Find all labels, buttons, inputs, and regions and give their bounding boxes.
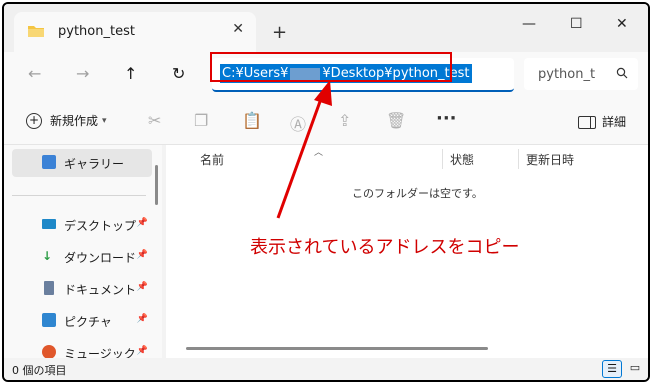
pin-icon: 📌 (136, 250, 148, 260)
details-label: 詳細 (602, 115, 627, 129)
empty-folder-message: このフォルダーは空です。 (352, 187, 483, 200)
sidebar-item-gallery[interactable]: ギャラリー (12, 149, 152, 177)
sidebar-item-label: ドキュメント (64, 283, 137, 297)
nav-scrollbar[interactable] (155, 165, 158, 205)
file-list[interactable]: ︿ 名前 状態 更新日時 このフォルダーは空です。 表示されているアドレスをコピ… (166, 145, 648, 358)
sidebar-item-label: デスクトップ (64, 219, 137, 233)
pin-icon: 📌 (136, 282, 148, 292)
sidebar-item-label: ギャラリー (64, 157, 125, 171)
horizontal-scrollbar[interactable] (186, 347, 488, 350)
sidebar-item-pictures[interactable]: ピクチャ 📌 (12, 307, 152, 335)
rename-icon[interactable]: Ⓐ (290, 111, 306, 135)
desktop-icon (42, 219, 56, 229)
details-view-icon[interactable]: ☰ (602, 360, 622, 378)
new-tab-button[interactable]: + (272, 22, 287, 43)
pin-icon: 📌 (136, 314, 148, 324)
refresh-button[interactable]: ↻ (172, 64, 185, 83)
title-bar: python_test ✕ + — ☐ ✕ (4, 4, 648, 52)
up-button[interactable]: ↑ (124, 64, 137, 83)
address-row: ← → ↑ ↻ C:¥Users¥¥Desktop¥python_test ✕ … (4, 52, 648, 98)
document-icon (44, 281, 54, 295)
sidebar-item-downloads[interactable]: ↓ ダウンロード 📌 (12, 243, 152, 271)
address-path-suffix: ¥Desktop¥python_test (322, 66, 470, 81)
picture-icon (42, 313, 56, 327)
maximize-button[interactable]: ☐ (570, 16, 583, 32)
address-bar[interactable]: C:¥Users¥¥Desktop¥python_test ✕ (212, 58, 514, 92)
minimize-button[interactable]: — (522, 16, 536, 32)
nav-divider (12, 195, 146, 196)
share-icon[interactable]: ⇪ (338, 111, 351, 130)
status-bar: 0 個の項目 ☰ ▭ (4, 358, 648, 380)
column-separator[interactable] (442, 149, 443, 169)
command-bar: + 新規作成 ▾ ✂ ❐ 📋 Ⓐ ⇪ 🗑 ··· 詳細 (4, 98, 648, 145)
back-button[interactable]: ← (28, 64, 41, 83)
folder-icon (28, 26, 44, 37)
pin-icon: 📌 (136, 346, 148, 356)
item-count: 0 個の項目 (12, 364, 67, 377)
search-icon[interactable] (616, 67, 628, 79)
column-separator[interactable] (518, 149, 519, 169)
tiles-view-icon[interactable]: ▭ (626, 360, 644, 376)
music-icon (42, 345, 56, 359)
download-icon: ↓ (42, 249, 53, 263)
new-item-label: 新規作成 (50, 114, 99, 128)
search-box[interactable]: python_t (524, 58, 638, 90)
new-item-button[interactable]: + 新規作成 ▾ (26, 112, 107, 129)
details-pane-button[interactable]: 詳細 (578, 113, 626, 130)
more-options-button[interactable]: ··· (436, 108, 457, 129)
explorer-window: python_test ✕ + — ☐ ✕ ← → ↑ ↻ C:¥Users¥ ¥… (2, 2, 650, 382)
navigation-pane: ギャラリー デスクトップ 📌 ↓ ダウンロード 📌 ドキュメント 📌 ピクチャ … (4, 145, 162, 361)
cut-icon[interactable]: ✂ (148, 111, 161, 130)
column-header-modified[interactable]: 更新日時 (526, 151, 574, 168)
copy-icon[interactable]: ❐ (194, 111, 208, 130)
sort-ascending-icon: ︿ (314, 148, 324, 158)
tab-close-icon[interactable]: ✕ (232, 21, 244, 37)
address-path-selected[interactable]: C:¥Users¥ ¥Desktop¥python_test (220, 64, 472, 83)
redacted-username (290, 67, 321, 80)
sidebar-item-label: ダウンロード (64, 251, 137, 265)
pin-icon: 📌 (136, 218, 148, 228)
plus-circle-icon: + (26, 112, 42, 129)
forward-button[interactable]: → (76, 64, 89, 83)
paste-icon[interactable]: 📋 (242, 111, 262, 130)
sidebar-item-desktop[interactable]: デスクトップ 📌 (12, 211, 152, 239)
column-header-status[interactable]: 状態 (450, 151, 474, 168)
details-pane-icon (578, 116, 596, 129)
gallery-icon (42, 155, 56, 169)
column-header-name[interactable]: 名前 (200, 151, 224, 168)
sidebar-item-label: ピクチャ (64, 315, 112, 329)
tab-python-test[interactable]: python_test ✕ (14, 12, 256, 52)
search-input[interactable]: python_t (538, 67, 595, 82)
tab-title: python_test (58, 24, 135, 39)
chevron-down-icon: ▾ (102, 115, 107, 126)
delete-icon[interactable]: 🗑 (386, 111, 406, 130)
sidebar-item-documents[interactable]: ドキュメント 📌 (12, 275, 152, 303)
address-path-prefix: C:¥Users¥ (222, 66, 289, 81)
close-window-button[interactable]: ✕ (616, 16, 628, 32)
annotation-text: 表示されているアドレスをコピー (250, 237, 520, 258)
